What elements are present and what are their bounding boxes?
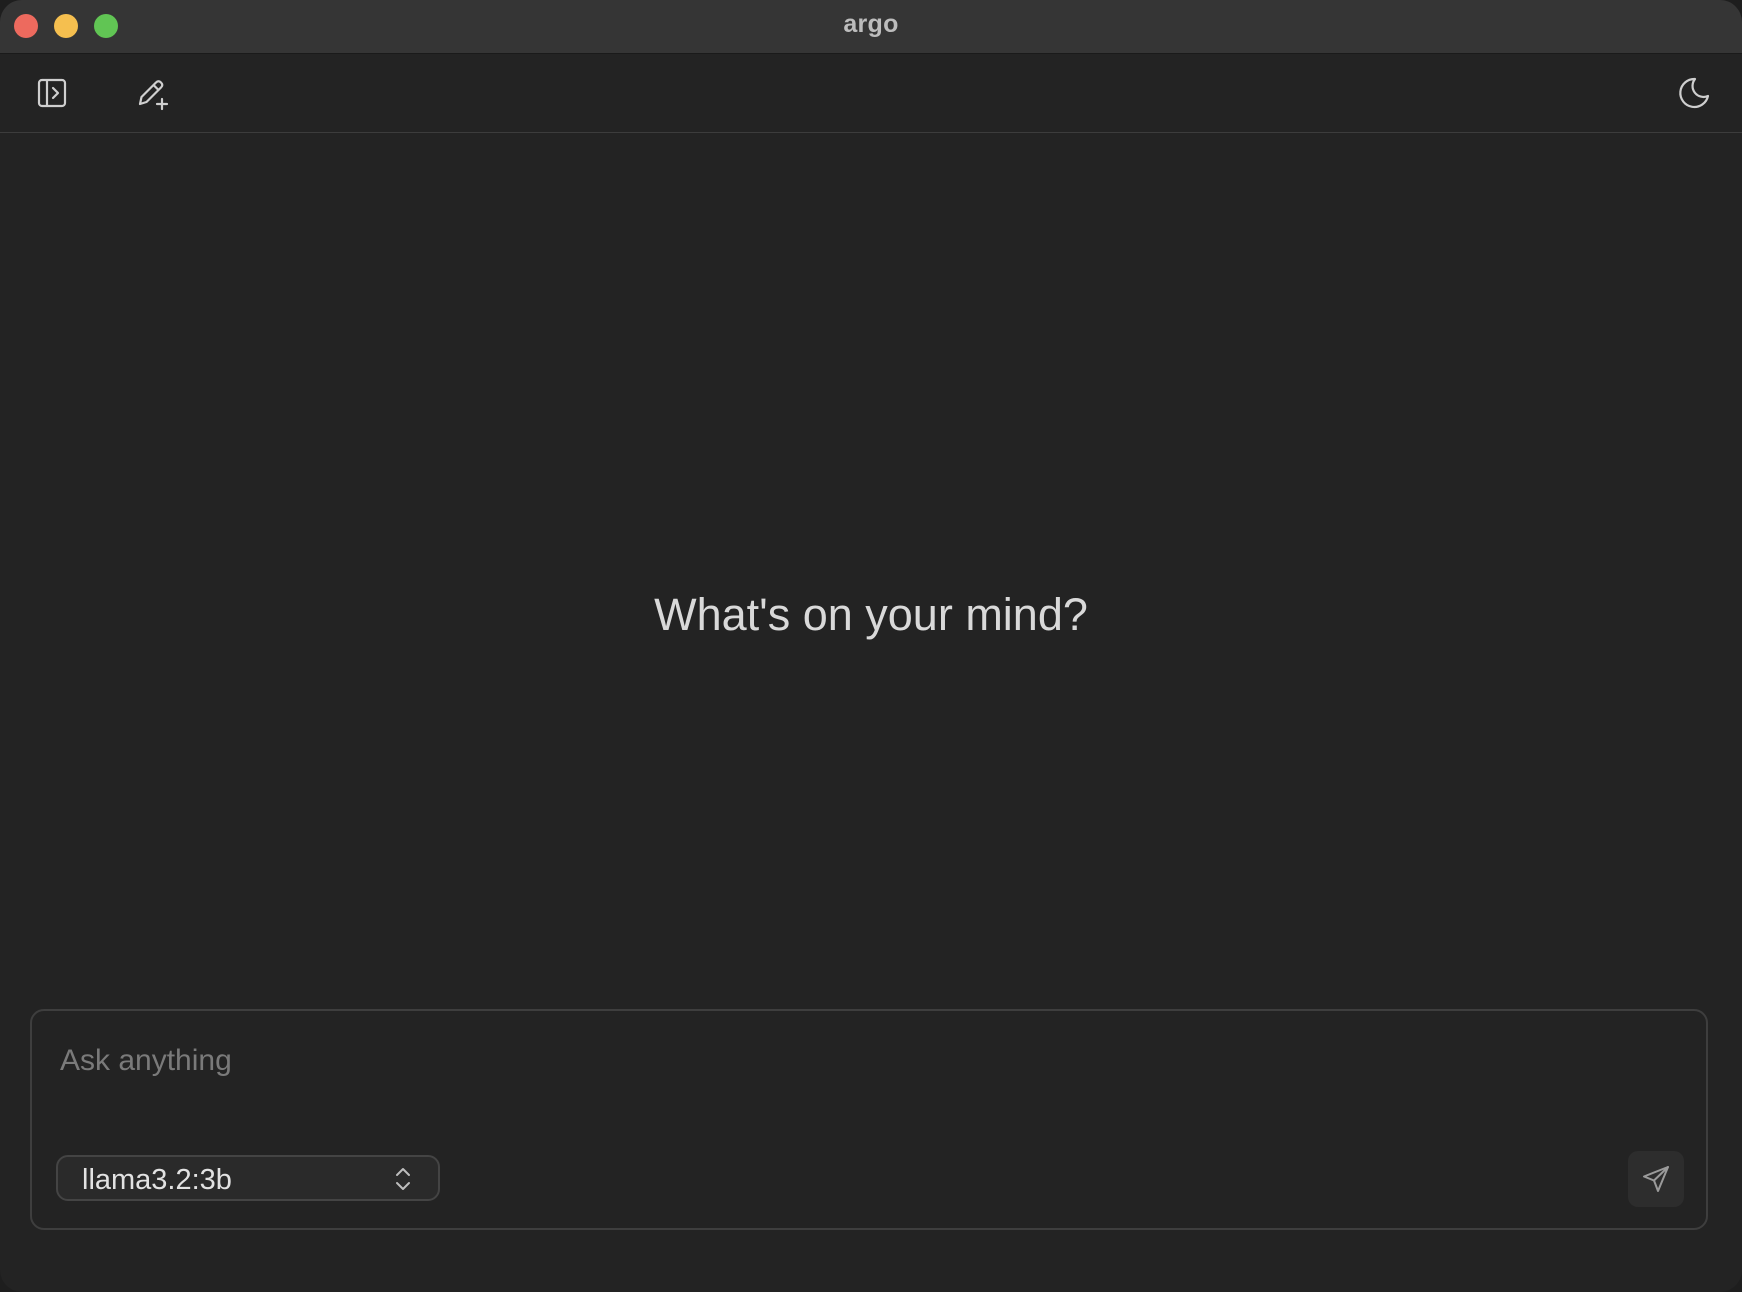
- model-select-value: llama3.2:3b: [82, 1164, 232, 1196]
- chevron-up-down-icon: [396, 1168, 410, 1190]
- empty-state-greeting: What's on your mind?: [654, 589, 1088, 640]
- title-bar: argo: [0, 0, 1742, 54]
- prompt-input[interactable]: [58, 1035, 1662, 1087]
- sidebar-toggle-icon: [37, 78, 67, 108]
- new-chat-button[interactable]: [130, 71, 174, 115]
- message-composer: llama3.2:3b: [30, 1009, 1708, 1230]
- window-title: argo: [843, 10, 899, 38]
- new-chat-icon: [138, 80, 169, 111]
- toolbar: [0, 54, 1742, 133]
- toggle-sidebar-button[interactable]: [30, 71, 74, 115]
- theme-toggle-button[interactable]: [1672, 71, 1716, 115]
- chat-area: What's on your mind? llama3.2:3b: [0, 133, 1742, 1292]
- send-button[interactable]: [1628, 1151, 1684, 1207]
- model-select[interactable]: llama3.2:3b: [56, 1155, 440, 1201]
- moon-icon: [1679, 77, 1710, 109]
- app-window: argo What's on your mind? Ask anything l…: [0, 0, 1742, 1292]
- send-icon: [1643, 1166, 1669, 1192]
